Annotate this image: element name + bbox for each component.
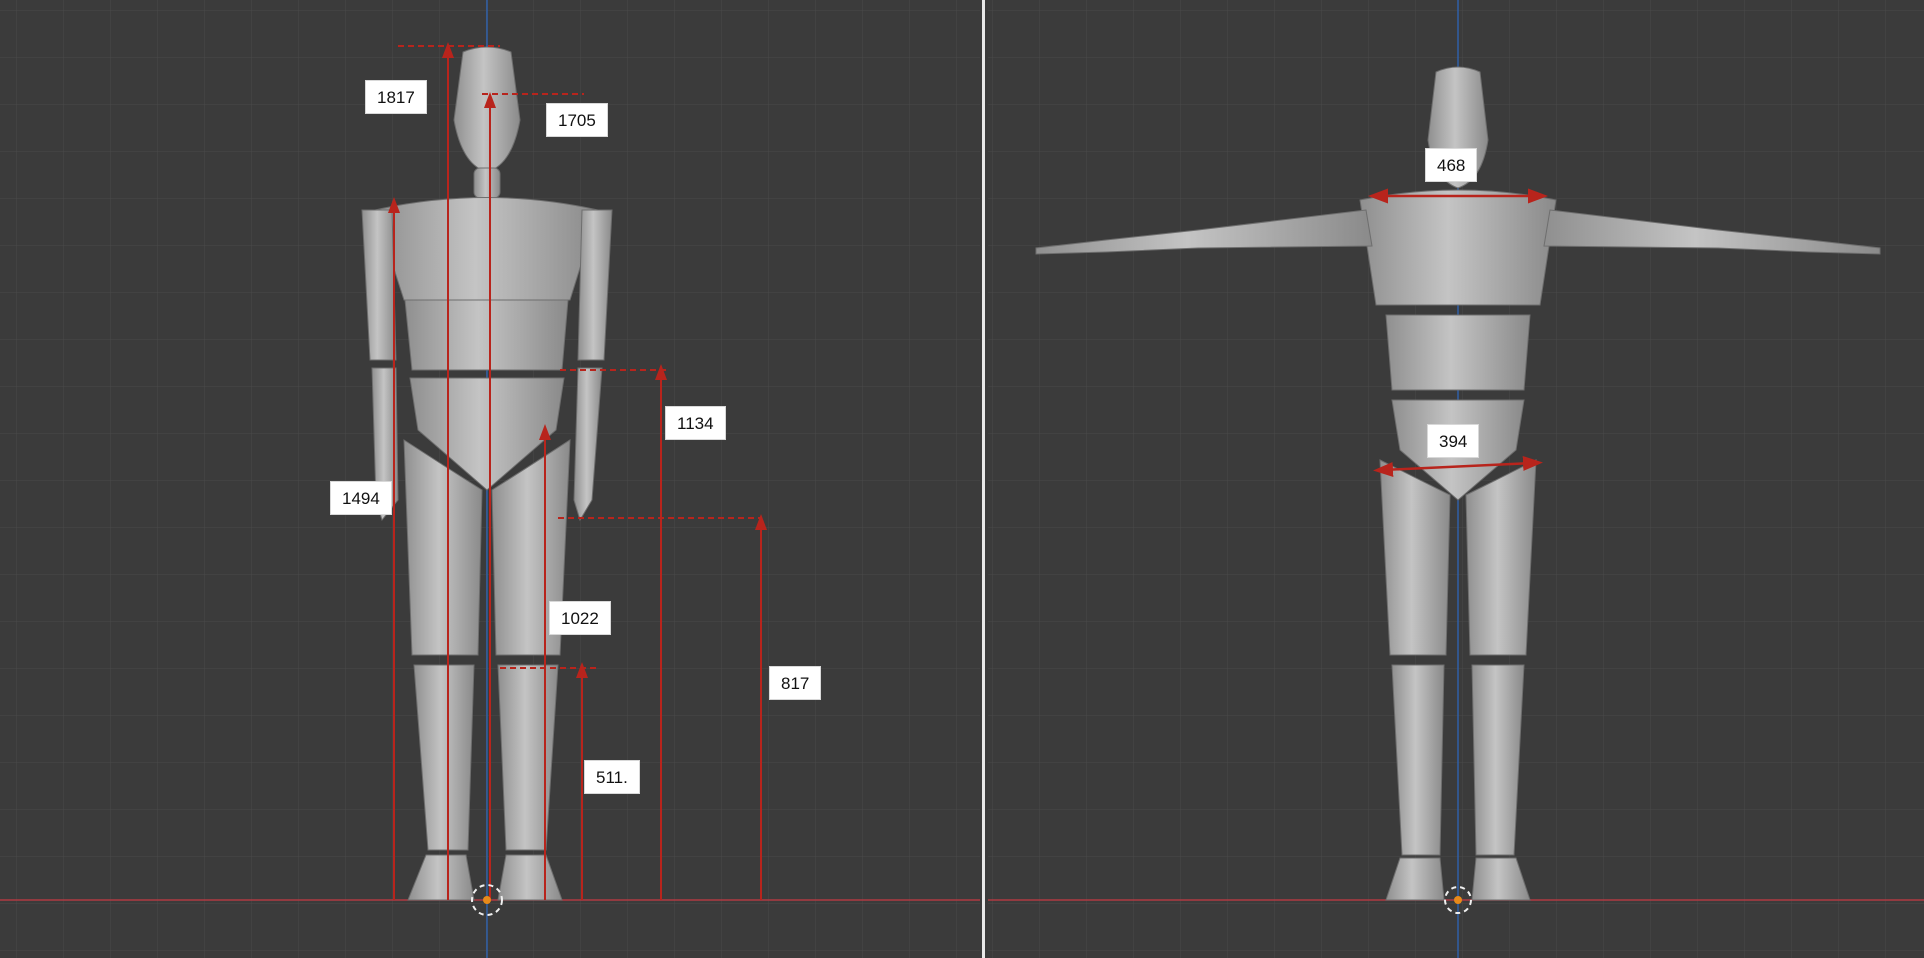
dimension-label-shoulder-width: 468 xyxy=(1425,148,1478,182)
left-thigh xyxy=(1379,459,1451,656)
viewport-divider[interactable] xyxy=(980,0,988,958)
viewport-canvas xyxy=(988,0,1924,958)
viewport-canvas xyxy=(0,0,980,958)
dimension-label-eye-height: 1705 xyxy=(546,103,608,137)
dimension-label-hip-height: 1134 xyxy=(665,406,726,440)
right-thigh xyxy=(1465,459,1537,656)
dimension-label-knee-height: 511. xyxy=(584,760,640,794)
dimension-label-crotch-height: 1022 xyxy=(549,601,611,635)
chest xyxy=(374,197,599,301)
dimension-label-wrist-height: 817 xyxy=(769,666,822,700)
dimension-label-shoulder-height: 1494 xyxy=(330,481,392,515)
abdomen xyxy=(404,299,569,371)
front-view-viewport[interactable]: 1817 1705 1494 1134 1022 817 511. xyxy=(0,0,980,958)
tpose-view-viewport[interactable]: 468 394 xyxy=(988,0,1924,958)
dimension-label-total-height: 1817 xyxy=(365,80,427,114)
dimension-label-hip-width: 394 xyxy=(1427,424,1480,458)
neck xyxy=(473,167,501,199)
abdomen xyxy=(1385,314,1531,391)
chest xyxy=(1359,189,1557,306)
